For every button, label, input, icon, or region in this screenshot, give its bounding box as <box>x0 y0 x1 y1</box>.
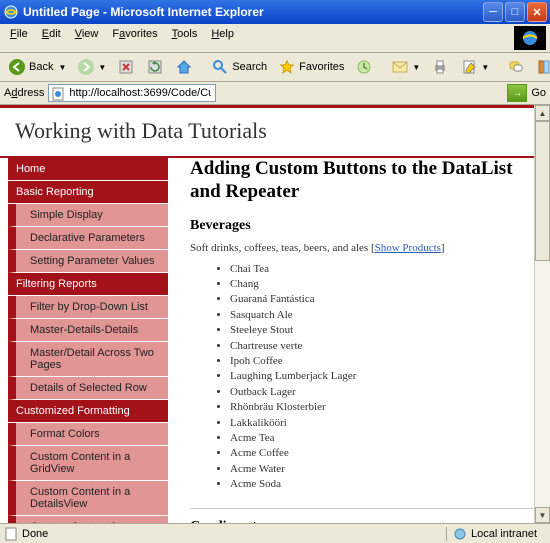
titlebar: Untitled Page - Microsoft Internet Explo… <box>0 0 550 24</box>
nav-sub[interactable]: Custom Content in a FormView <box>8 516 168 523</box>
search-label: Search <box>232 61 267 73</box>
go-label: Go <box>531 87 546 99</box>
research-button[interactable] <box>532 56 550 78</box>
menu-view[interactable]: View <box>69 26 105 50</box>
back-label: Back <box>29 61 53 73</box>
list-item: Acme Water <box>230 462 542 477</box>
search-button[interactable]: Search <box>207 56 271 78</box>
menubar: File Edit View Favorites Tools Help <box>0 24 550 53</box>
product-list: Chai Tea Chang Guaraná Fantástica Sasqua… <box>230 262 542 493</box>
sidebar: Home Basic Reporting Simple Display Decl… <box>8 158 168 523</box>
ie-throbber <box>514 26 546 50</box>
nav-customized-formatting[interactable]: Customized Formatting <box>8 400 168 423</box>
show-products-link[interactable]: Show Products <box>375 242 441 254</box>
home-button[interactable] <box>171 56 197 78</box>
nav-sub[interactable]: Details of Selected Row <box>8 377 168 400</box>
maximize-button[interactable]: □ <box>505 2 525 22</box>
close-button[interactable]: ✕ <box>527 2 547 22</box>
scroll-thumb[interactable] <box>535 121 550 261</box>
window-title: Untitled Page - Microsoft Internet Explo… <box>23 5 483 19</box>
page-icon <box>51 87 65 101</box>
nav-sub[interactable]: Declarative Parameters <box>8 227 168 250</box>
category-desc: Soft drinks, coffees, teas, beers, and a… <box>190 242 542 254</box>
zone-text: Local intranet <box>471 528 537 540</box>
main-content: Adding Custom Buttons to the DataList an… <box>168 158 542 523</box>
nav-sub[interactable]: Custom Content in a GridView <box>8 446 168 481</box>
list-item: Guaraná Fantástica <box>230 292 542 307</box>
list-item: Acme Coffee <box>230 446 542 461</box>
stop-button[interactable] <box>113 56 139 78</box>
favorites-button[interactable]: Favorites <box>274 56 348 78</box>
history-button[interactable] <box>351 56 377 78</box>
category-heading: Condiments <box>190 519 542 523</box>
forward-button[interactable]: ▼ <box>73 56 110 78</box>
menu-file[interactable]: File <box>4 26 34 50</box>
status-text: Done <box>22 528 48 540</box>
nav-sub[interactable]: Master-Details-Details <box>8 319 168 342</box>
list-item: Outback Lager <box>230 385 542 400</box>
minimize-button[interactable]: ─ <box>483 2 503 22</box>
list-item: Ipoh Coffee <box>230 354 542 369</box>
list-item: Chartreuse verte <box>230 339 542 354</box>
list-item: Acme Soda <box>230 477 542 492</box>
list-item: Rhönbräu Klosterbier <box>230 400 542 415</box>
page-header: Working with Data Tutorials <box>0 108 550 156</box>
list-item: Sasquatch Ale <box>230 308 542 323</box>
scroll-down-button[interactable]: ▼ <box>535 507 550 523</box>
list-item: Lakkalikööri <box>230 416 542 431</box>
edit-button[interactable]: ▼ <box>456 56 493 78</box>
menu-edit[interactable]: Edit <box>36 26 67 50</box>
menu-favorites[interactable]: Favorites <box>106 26 163 50</box>
nav-sub[interactable]: Filter by Drop-Down List <box>8 296 168 319</box>
nav-sub[interactable]: Master/Detail Across Two Pages <box>8 342 168 377</box>
nav-sub[interactable]: Simple Display <box>8 204 168 227</box>
nav-sub[interactable]: Setting Parameter Values <box>8 250 168 273</box>
page-icon <box>4 527 18 541</box>
list-item: Laughing Lumberjack Lager <box>230 369 542 384</box>
menu-help[interactable]: Help <box>205 26 240 50</box>
nav-sub[interactable]: Format Colors <box>8 423 168 446</box>
scroll-up-button[interactable]: ▲ <box>535 105 550 121</box>
list-item: Acme Tea <box>230 431 542 446</box>
nav-basic-reporting[interactable]: Basic Reporting <box>8 181 168 204</box>
favorites-label: Favorites <box>299 61 344 73</box>
nav-home[interactable]: Home <box>8 158 168 181</box>
address-input[interactable] <box>48 84 216 102</box>
scroll-track[interactable] <box>535 121 550 507</box>
list-item: Steeleye Stout <box>230 323 542 338</box>
toolbar: Back▼ ▼ Search Favorites ▼ ▼ <box>0 53 550 82</box>
scrollbar[interactable]: ▲ ▼ <box>534 105 550 523</box>
discuss-button[interactable] <box>503 56 529 78</box>
go-button[interactable]: → <box>507 84 527 102</box>
nav-sub[interactable]: Custom Content in a DetailsView <box>8 481 168 516</box>
print-button[interactable] <box>427 56 453 78</box>
zone-icon <box>453 527 467 541</box>
page-title: Adding Custom Buttons to the DataList an… <box>190 158 542 204</box>
address-label: Address <box>4 87 44 99</box>
list-item: Chang <box>230 277 542 292</box>
back-button[interactable]: Back▼ <box>4 56 70 78</box>
statusbar: Done Local intranet <box>0 523 550 543</box>
address-bar: Address → Go <box>0 82 550 105</box>
ie-icon <box>3 4 19 20</box>
nav-filtering-reports[interactable]: Filtering Reports <box>8 273 168 296</box>
list-item: Chai Tea <box>230 262 542 277</box>
refresh-button[interactable] <box>142 56 168 78</box>
category-heading: Beverages <box>190 218 542 234</box>
content-area: Working with Data Tutorials Home Basic R… <box>0 105 550 523</box>
mail-button[interactable]: ▼ <box>387 56 424 78</box>
menu-tools[interactable]: Tools <box>166 26 204 50</box>
